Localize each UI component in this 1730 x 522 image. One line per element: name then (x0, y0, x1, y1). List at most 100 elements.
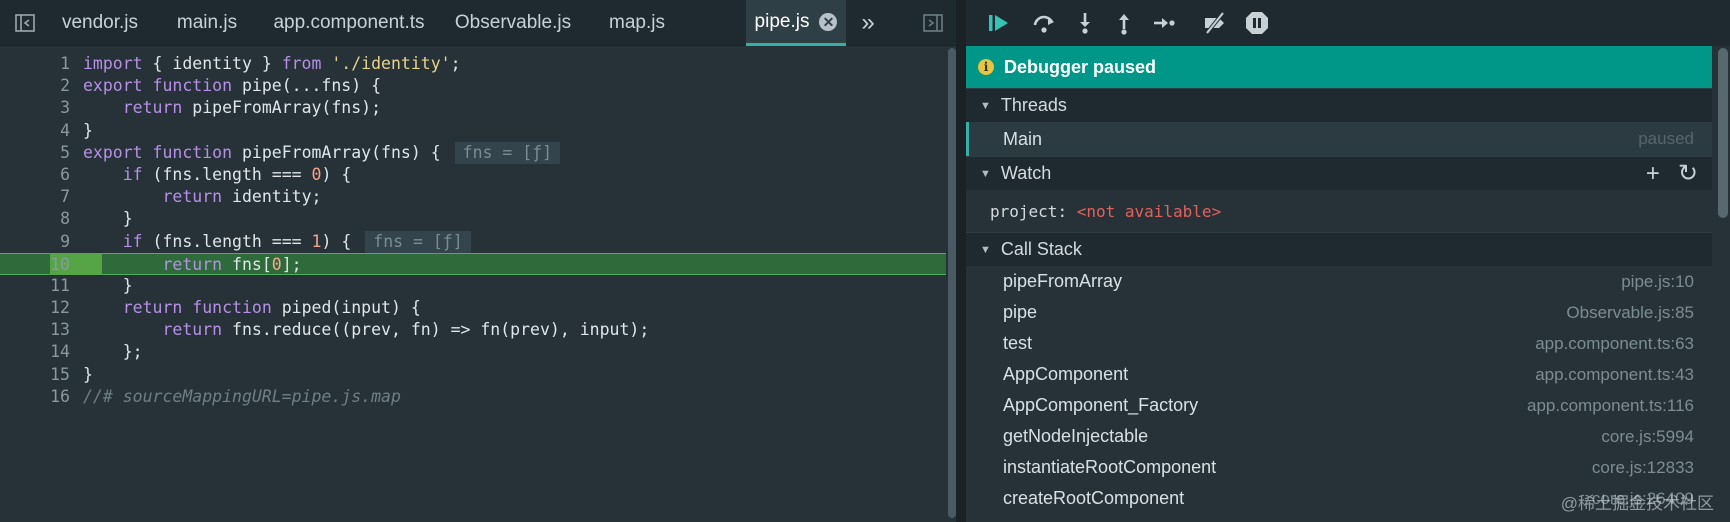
watermark: @稀土掘金技术社区 (1560, 494, 1714, 513)
toggle-debugger-icon[interactable] (910, 0, 956, 46)
code-line[interactable]: 11 } (0, 275, 946, 297)
code-text: }; (83, 342, 143, 362)
call-stack-frame[interactable]: AppComponent_Factory app.component.ts:116 (966, 390, 1712, 421)
line-number[interactable]: 4 (0, 120, 70, 142)
code-text: } (83, 364, 93, 384)
call-stack-frame[interactable]: pipeFromArray pipe.js:10 (966, 266, 1712, 297)
frame-function-name: createRootComponent (1003, 488, 1185, 508)
editor-tab-bar: vendor.js main.js app.component.ts Obser… (0, 0, 956, 46)
call-stack-frame[interactable]: AppComponent app.component.ts:43 (966, 359, 1712, 390)
deactivate-breakpoints-icon[interactable] (1200, 8, 1230, 38)
call-stack-frame[interactable]: pipe Observable.js:85 (966, 297, 1712, 328)
tab-map-js[interactable]: map.js (588, 0, 686, 46)
tab-main-js[interactable]: main.js (154, 0, 260, 46)
code-line[interactable]: 7 return identity; (0, 186, 946, 208)
line-number[interactable]: 10 (0, 254, 70, 276)
thread-row-main[interactable]: Main paused (966, 122, 1712, 156)
line-number[interactable]: 5 (0, 142, 70, 164)
code-line[interactable]: 8 } (0, 208, 946, 230)
debugger-pane: i Debugger paused ▼ Threads Main paused … (966, 0, 1730, 522)
frame-location: core.js:12833 (1591, 457, 1694, 477)
editor-scrollbar[interactable] (948, 48, 956, 518)
refresh-icon[interactable]: ↻ (1678, 161, 1698, 186)
line-number[interactable]: 8 (0, 208, 70, 230)
line-number[interactable]: 11 (0, 275, 70, 297)
code-text: return function piped(input) { (122, 298, 421, 318)
line-number[interactable]: 14 (0, 341, 70, 363)
code-line-current[interactable]: 10 return fns[0]; (0, 252, 946, 276)
line-number[interactable]: 3 (0, 97, 70, 119)
line-number[interactable]: 15 (0, 364, 70, 386)
code-text: return fns[0]; (162, 254, 302, 274)
code-line[interactable]: 2 export function pipe(...fns) { (0, 75, 946, 97)
call-stack-frame[interactable]: instantiateRootComponent core.js:12833 (966, 452, 1712, 483)
code-line[interactable]: 14 }; (0, 341, 946, 363)
line-number[interactable]: 7 (0, 186, 70, 208)
code-line[interactable]: 12 return function piped(input) { (0, 297, 946, 319)
line-number[interactable]: 2 (0, 75, 70, 97)
code-line[interactable]: 6 if (fns.length === 0) { (0, 164, 946, 186)
info-icon: i (978, 59, 994, 75)
step-out-icon[interactable] (1109, 8, 1139, 38)
code-text: return pipeFromArray(fns); (122, 98, 382, 118)
watch-expression-row[interactable]: project: <not available> (966, 190, 1712, 232)
code-line[interactable]: 3 return pipeFromArray(fns); (0, 97, 946, 119)
code-line[interactable]: 4} (0, 120, 946, 142)
tab-observable-js[interactable]: Observable.js (438, 0, 588, 46)
code-text: } (83, 209, 133, 229)
frame-location: app.component.ts:63 (1535, 333, 1694, 353)
line-number[interactable]: 9 (0, 231, 70, 253)
tab-pipe-js[interactable]: pipe.js ✕ (746, 0, 846, 46)
frame-function-name: instantiateRootComponent (1003, 457, 1217, 477)
more-tabs-icon[interactable]: » (848, 0, 888, 46)
code-text: import { identity } from './identity'; (83, 54, 461, 73)
frame-function-name: test (1003, 333, 1033, 353)
line-number[interactable]: 1 (0, 53, 70, 75)
frame-location: core.js:5994 (1601, 426, 1694, 446)
tab-label: main.js (176, 12, 238, 33)
close-icon[interactable]: ✕ (819, 12, 838, 31)
collapse-triangle-icon: ▼ (980, 167, 991, 180)
pause-on-exceptions-icon[interactable] (1242, 8, 1272, 38)
frame-function-name: pipe (1003, 302, 1038, 322)
code-line[interactable]: 13 return fns.reduce((prev, fn) => fn(pr… (0, 319, 946, 341)
add-watch-icon[interactable]: + (1646, 161, 1660, 186)
code-text: export function pipe(...fns) { (83, 76, 382, 96)
tab-label: Observable.js (454, 12, 572, 33)
call-stack-frame[interactable]: getNodeInjectable core.js:5994 (966, 421, 1712, 452)
line-number[interactable]: 13 (0, 319, 70, 341)
code-line[interactable]: 16 //# sourceMappingURL=pipe.js.map (0, 386, 946, 408)
code-text: } (83, 120, 93, 140)
debugger-toolbar (966, 0, 1730, 46)
resume-icon[interactable] (984, 8, 1014, 38)
code-line[interactable]: 15} (0, 364, 946, 386)
code-line[interactable]: 1 import { identity } from './identity'; (0, 53, 946, 75)
watch-header[interactable]: ▼ Watch + ↻ (966, 156, 1712, 190)
code-text: export function pipeFromArray(fns) {fns … (83, 141, 561, 164)
code-line[interactable]: 5 export function pipeFromArray(fns) {fns… (0, 141, 946, 164)
inline-value-preview: fns = [ƒ] (365, 230, 471, 253)
call-stack-header[interactable]: ▼ Call Stack (966, 232, 1712, 266)
frame-function-name: getNodeInjectable (1003, 426, 1149, 446)
tab-app-component-ts[interactable]: app.component.ts (260, 0, 438, 46)
watch-expression: project: <not available> (990, 201, 1222, 221)
line-number[interactable]: 16 (0, 386, 70, 408)
toggle-sidebar-icon[interactable] (2, 0, 48, 46)
step-over-icon[interactable] (1029, 8, 1059, 38)
frame-location: app.component.ts:43 (1535, 364, 1694, 384)
debugger-paused-banner: i Debugger paused (966, 46, 1712, 88)
debugger-scrollbar[interactable] (1718, 48, 1728, 218)
code-view[interactable]: 1 import { identity } from './identity'; 2… (0, 53, 946, 408)
pane-divider[interactable] (956, 0, 966, 522)
step-icon[interactable] (1149, 8, 1179, 38)
tab-vendor-js[interactable]: vendor.js (46, 0, 154, 46)
code-text: } (83, 275, 133, 295)
code-text: return fns.reduce((prev, fn) => fn(prev)… (162, 320, 650, 340)
step-in-icon[interactable] (1070, 8, 1100, 38)
code-line[interactable]: 9 if (fns.length === 1) {fns = [ƒ] (0, 230, 946, 253)
call-stack-frame[interactable]: test app.component.ts:63 (966, 328, 1712, 359)
threads-header[interactable]: ▼ Threads (966, 88, 1712, 122)
line-number[interactable]: 12 (0, 297, 70, 319)
line-number[interactable]: 6 (0, 164, 70, 186)
code-text: if (fns.length === 1) {fns = [ƒ] (83, 230, 471, 253)
